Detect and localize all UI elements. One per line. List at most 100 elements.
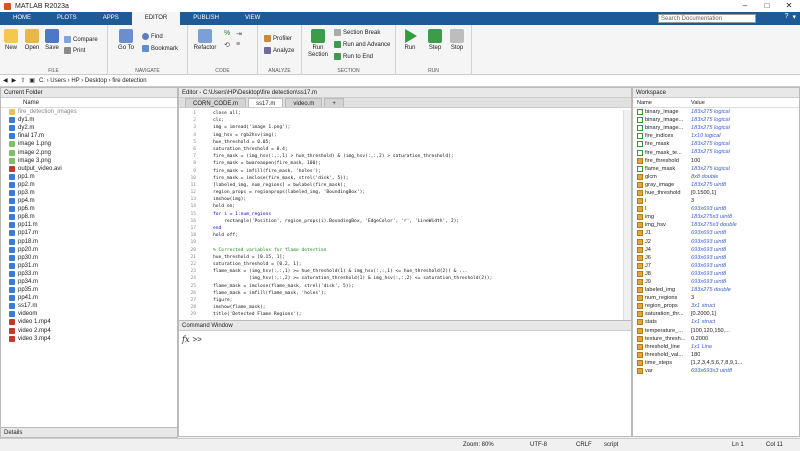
- browse-icon[interactable]: ▣: [29, 77, 35, 84]
- variable-row[interactable]: region_props 3x1 struct: [633, 302, 799, 310]
- new-button[interactable]: New: [3, 29, 19, 52]
- code-line[interactable]: 19: [179, 239, 625, 246]
- variable-row[interactable]: binary_image... 183x275 logical: [633, 124, 799, 132]
- file-item[interactable]: pp11.m: [1, 221, 177, 229]
- tab-editor[interactable]: EDITOR: [131, 12, 181, 25]
- notification-icon[interactable]: ▾: [792, 13, 796, 21]
- indent-icon[interactable]: ⇥: [236, 30, 242, 38]
- variable-row[interactable]: img_hsv 183x275x3 double: [633, 221, 799, 229]
- code-line[interactable]: 11 [labeled_img, num_regions] = bwlabel(f…: [179, 182, 625, 189]
- file-item[interactable]: pp2.m: [1, 181, 177, 189]
- editor-tab[interactable]: ss17.m: [248, 98, 284, 107]
- variable-row[interactable]: hue_threshold [0.1500,1]: [633, 189, 799, 197]
- code-line[interactable]: 16 rectangle('Position', region_props(i)…: [179, 218, 625, 225]
- variable-row[interactable]: i3: [633, 197, 799, 205]
- variable-row[interactable]: binary_image 183x275 logical: [633, 108, 799, 116]
- code-area[interactable]: 1 close all; 2 clc; 3 img = imread('image 1.p…: [179, 110, 625, 320]
- variable-row[interactable]: time_steps [1,2,3,4,5,6,7,8,9,1...: [633, 359, 799, 367]
- file-item[interactable]: image 2.png: [1, 148, 177, 156]
- variable-row[interactable]: var 693x693x3 uint8: [633, 367, 799, 375]
- back-icon[interactable]: ◀: [3, 77, 8, 84]
- fx-icon[interactable]: fx: [182, 335, 189, 344]
- file-item[interactable]: final 17.m: [1, 132, 177, 140]
- variable-row[interactable]: J9 693x693 uint8: [633, 278, 799, 286]
- file-item[interactable]: pp4.m: [1, 197, 177, 205]
- code-line[interactable]: 21 hue_threshold = [0.15, 1];: [179, 254, 625, 261]
- run-section-button[interactable]: Run Section: [306, 29, 330, 59]
- code-line[interactable]: 17 end: [179, 225, 625, 232]
- file-item[interactable]: pp1.m: [1, 173, 177, 181]
- code-line[interactable]: 1 close all;: [179, 110, 625, 117]
- command-window-panel[interactable]: Command Window fx >>: [178, 320, 632, 437]
- variable-row[interactable]: J8 693x693 uint8: [633, 270, 799, 278]
- compare-button[interactable]: Compare: [64, 36, 98, 43]
- variable-row[interactable]: threshold_line 1x1 Line: [633, 343, 799, 351]
- file-item[interactable]: dy2.m: [1, 124, 177, 132]
- file-item[interactable]: fire_detection_images: [1, 108, 177, 116]
- variable-row[interactable]: fire_threshold 100: [633, 157, 799, 165]
- breadcrumb-item[interactable]: Desktop: [85, 78, 107, 84]
- step-button[interactable]: Step: [426, 29, 444, 52]
- code-line[interactable]: 5 hue_threshold = 0.05;: [179, 139, 625, 146]
- variable-row[interactable]: saturation_thr... [0.2000,1]: [633, 310, 799, 318]
- uncomment-icon[interactable]: ≡: [236, 41, 240, 48]
- print-button[interactable]: Print: [64, 47, 85, 54]
- variable-row[interactable]: binary_image... 183x275 logical: [633, 116, 799, 124]
- code-line[interactable]: 3 img = imread('image 1.png');: [179, 124, 625, 131]
- close-button[interactable]: ✕: [778, 0, 800, 12]
- code-line[interactable]: 6 saturation_threshold = 0.4;: [179, 146, 625, 153]
- refactor-button[interactable]: Refactor: [192, 29, 218, 52]
- file-item[interactable]: pp17.m: [1, 229, 177, 237]
- file-item[interactable]: pp41.m: [1, 294, 177, 302]
- code-line[interactable]: 8 fire_mask = bwareaopen(fire_mask, 100);: [179, 160, 625, 167]
- file-item[interactable]: pp3.m: [1, 189, 177, 197]
- variable-row[interactable]: fire_mask_te... 183x275 logical: [633, 148, 799, 156]
- file-item[interactable]: ss17.m: [1, 302, 177, 310]
- file-item[interactable]: video 3.mp4: [1, 335, 177, 343]
- workspace-name-header[interactable]: Name: [633, 98, 689, 107]
- code-line[interactable]: 4 img_hsv = rgb2hsv(img);: [179, 132, 625, 139]
- code-line[interactable]: 10 fire_mask = imclose(fire_mask, strel('…: [179, 175, 625, 182]
- name-column-header[interactable]: Name: [1, 98, 177, 108]
- breadcrumb[interactable]: C: › Users › HP › Desktop › fire detecti…: [39, 78, 147, 84]
- editor-scrollbar[interactable]: [623, 110, 631, 320]
- file-item[interactable]: pp8.m: [1, 213, 177, 221]
- file-item[interactable]: dy1.m: [1, 116, 177, 124]
- variable-row[interactable]: stats 1x1 struct: [633, 318, 799, 326]
- find-button[interactable]: Find: [142, 33, 163, 40]
- variable-row[interactable]: threshold_val... 180: [633, 351, 799, 359]
- file-item[interactable]: pp20.m: [1, 246, 177, 254]
- file-item[interactable]: pp35.m: [1, 286, 177, 294]
- variable-row[interactable]: glcm 8x8 double: [633, 173, 799, 181]
- variable-row[interactable]: img 183x275x3 uint8: [633, 213, 799, 221]
- variable-row[interactable]: fire_indices 1x10 logical: [633, 132, 799, 140]
- address-bar[interactable]: ◀ ▶ ⇧ ▣ C: › Users › HP › Desktop › fire…: [0, 75, 800, 87]
- minimize-button[interactable]: –: [734, 0, 756, 12]
- code-line[interactable]: 25 flame_mask = imclose(flame_mask, strel…: [179, 283, 625, 290]
- run-to-end-button[interactable]: Run to End: [334, 53, 373, 60]
- help-icon[interactable]: ?: [785, 13, 789, 21]
- goto-button[interactable]: Go To: [115, 29, 137, 52]
- file-item[interactable]: pp33.m: [1, 270, 177, 278]
- code-line[interactable]: 26 flame_mask = imfill(flame_mask, 'holes…: [179, 290, 625, 297]
- profiler-button[interactable]: Profiler: [264, 35, 292, 42]
- up-folder-icon[interactable]: ⇧: [20, 77, 25, 84]
- open-button[interactable]: Open: [23, 29, 41, 52]
- variable-row[interactable]: num_regions 3: [633, 294, 799, 302]
- run-button[interactable]: Run: [400, 29, 420, 52]
- wrap-icon[interactable]: ⟲: [224, 41, 230, 49]
- breadcrumb-item[interactable]: Users: [50, 78, 66, 84]
- file-item[interactable]: pp6.m: [1, 205, 177, 213]
- code-line[interactable]: 13 imshow(img);: [179, 196, 625, 203]
- file-item[interactable]: image 1.png: [1, 140, 177, 148]
- variable-row[interactable]: gray_image 183x275 uint8: [633, 181, 799, 189]
- variable-row[interactable]: J2 693x693 uint8: [633, 238, 799, 246]
- code-line[interactable]: 29 title('Detected Flame Regions');: [179, 311, 625, 318]
- forward-icon[interactable]: ▶: [12, 77, 17, 84]
- analyze-button[interactable]: Analyze: [264, 47, 294, 54]
- file-item[interactable]: image 3.png: [1, 157, 177, 165]
- file-item[interactable]: pp31.m: [1, 262, 177, 270]
- file-item[interactable]: pp34.m: [1, 278, 177, 286]
- variable-row[interactable]: flame_mask 183x275 logical: [633, 165, 799, 173]
- tab-publish[interactable]: PUBLISH: [180, 12, 232, 25]
